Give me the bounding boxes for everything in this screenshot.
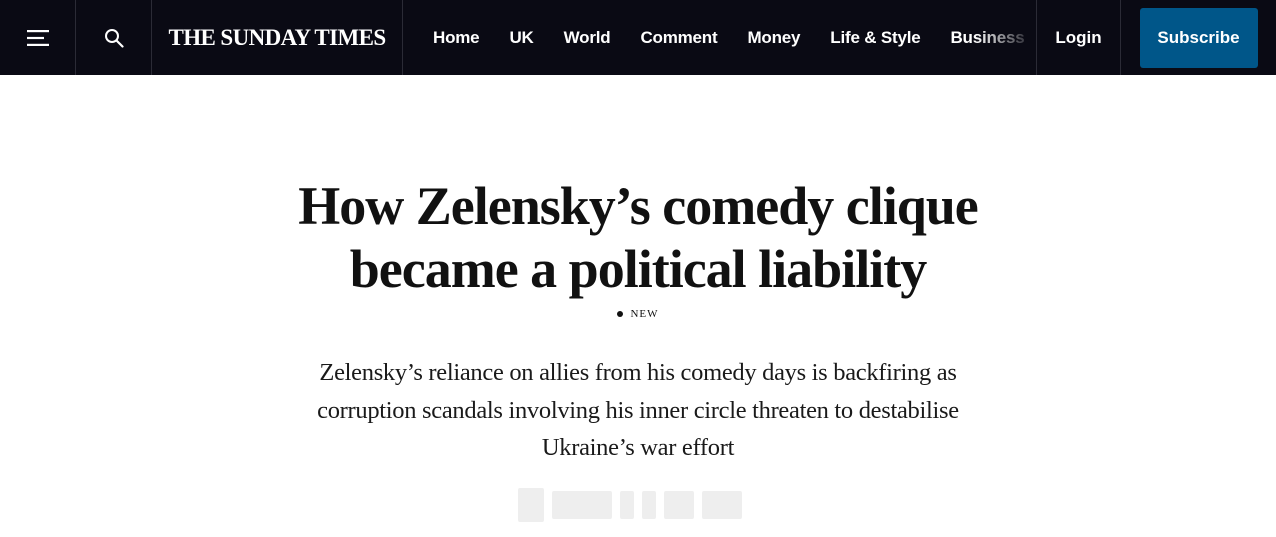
article-standfirst: Zelensky’s reliance on allies from his c…	[317, 359, 959, 461]
hamburger-menu-icon	[26, 29, 49, 46]
masthead-logo: THE SUNDAY TIMES	[168, 24, 386, 50]
placeholder-block	[552, 491, 612, 519]
top-navigation-bar: THE SUNDAY TIMES Home UK World Comment M…	[0, 0, 1276, 75]
search-icon	[104, 28, 124, 48]
nav-item-comment[interactable]: Comment	[640, 28, 717, 48]
article-header: How Zelensky’s comedy clique became a po…	[0, 75, 1276, 537]
nav-item-money[interactable]: Money	[747, 28, 800, 48]
placeholder-block	[620, 491, 634, 519]
new-badge: NEW	[0, 308, 1276, 320]
nav-item-life-style[interactable]: Life & Style	[830, 28, 920, 48]
article-headline: How Zelensky’s comedy clique became a po…	[298, 176, 978, 299]
subscribe-label: Subscribe	[1157, 27, 1240, 47]
masthead-link[interactable]: THE SUNDAY TIMES	[152, 0, 403, 75]
login-label: Login	[1055, 27, 1102, 47]
menu-button[interactable]	[0, 0, 76, 75]
new-dot-icon	[617, 311, 624, 317]
placeholder-block	[664, 491, 694, 519]
nav-item-home[interactable]: Home	[433, 28, 480, 48]
placeholder-block	[702, 491, 742, 519]
new-badge-label: NEW	[630, 308, 659, 320]
placeholder-block	[518, 488, 544, 522]
byline-loading-placeholder	[518, 485, 760, 525]
search-button[interactable]	[76, 0, 152, 75]
subscribe-button[interactable]: Subscribe	[1139, 7, 1258, 68]
section-nav: Home UK World Comment Money Life & Style…	[403, 0, 1037, 75]
nav-item-uk[interactable]: UK	[509, 28, 533, 48]
subscribe-container: Subscribe	[1121, 0, 1276, 75]
placeholder-block	[642, 491, 656, 519]
login-button[interactable]: Login	[1037, 0, 1121, 75]
nav-item-world[interactable]: World	[564, 28, 611, 48]
nav-item-business[interactable]: Business	[950, 28, 1024, 48]
